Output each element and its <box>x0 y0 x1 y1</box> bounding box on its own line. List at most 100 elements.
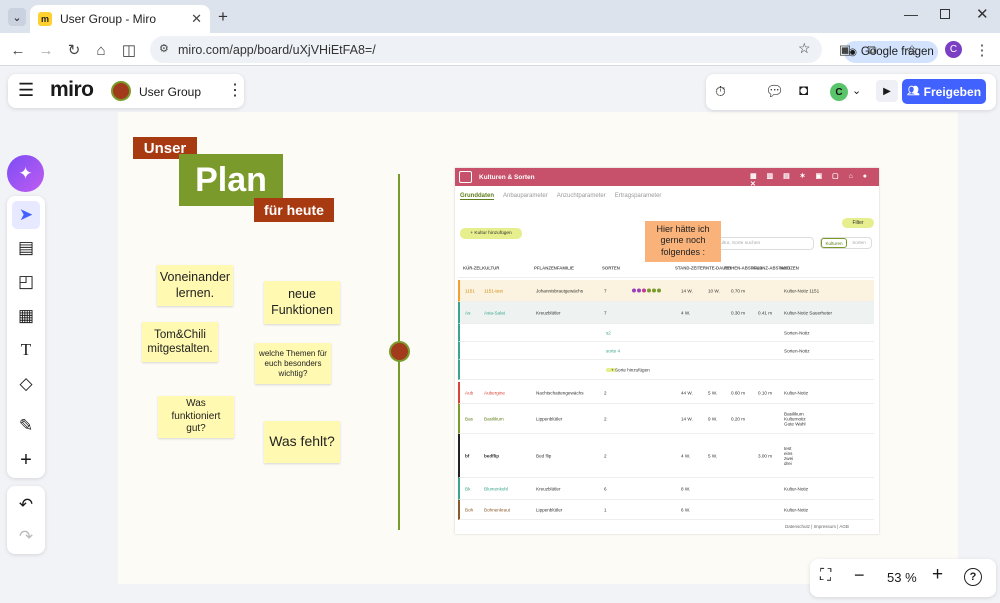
sticky-text: welche Themen für euch besonders wichtig… <box>259 348 327 378</box>
app-column-header: KULTUR <box>482 265 500 270</box>
app-variety-dots <box>632 288 662 293</box>
sticky-note-tool-icon[interactable]: ◰ <box>12 268 40 296</box>
present-button[interactable]: ▶ <box>876 80 898 102</box>
bookmark-star-icon[interactable]: ☆ <box>798 40 811 57</box>
app-cell: test eins zwei drei <box>784 445 794 466</box>
user-avatar[interactable]: C <box>830 83 848 101</box>
shapes-tool-icon[interactable]: ◇ <box>12 370 40 398</box>
browser-toolbar: ← → ↻ ⌂ ◫ ⚙ miro.com/app/board/uXjVHiEtF… <box>0 33 1000 66</box>
app-cell: bedflip <box>484 453 500 458</box>
app-cell: 6 W. <box>681 507 691 512</box>
back-icon[interactable]: ← <box>8 40 28 60</box>
reactions-icon[interactable]: ⏱ <box>715 83 726 100</box>
app-cell: 3.00 m <box>758 453 773 458</box>
app-cell: 4 W. <box>681 453 691 458</box>
new-tab-button[interactable]: + <box>218 7 228 27</box>
app-table-row: 1151 1151-test Johannisbrautgewächs 7 14… <box>458 280 874 302</box>
media-icon[interactable]: ▣ <box>835 40 855 60</box>
app-cell: bf <box>465 453 470 458</box>
app-cell: Sorten-Notiz <box>784 348 810 353</box>
app-search-field: Kultur, Sorte suchen <box>710 237 814 250</box>
sticky-note[interactable]: neue Funktionen <box>264 281 340 324</box>
select-tool-icon[interactable]: ➤ <box>12 201 40 229</box>
profile-avatar[interactable]: C <box>945 41 962 58</box>
profile-letter: C <box>949 44 958 55</box>
zoom-out-icon[interactable]: − <box>854 565 865 586</box>
app-cell: Basilikum Kulturnotiz Gute Wahl <box>784 411 806 426</box>
sticky-note[interactable]: Tom&Chili mitgestalten. <box>142 322 218 362</box>
app-cell: Sorten-Notiz <box>784 330 810 335</box>
bookmarks-icon[interactable]: ✩ <box>902 40 922 60</box>
google-ask-button[interactable]: ◉ Google fragen <box>844 41 938 63</box>
share-button[interactable]: 👥︎ Freigeben <box>902 79 986 104</box>
sticky-note[interactable]: Voneinander lernen. <box>157 265 233 306</box>
app-cell: 5 W. <box>708 453 718 458</box>
app-cell: 5 W. <box>708 390 718 395</box>
zoom-level[interactable]: 53 % <box>887 570 917 585</box>
help-icon[interactable]: ? <box>964 568 982 586</box>
app-cell: 2 <box>604 453 607 458</box>
board-options-icon[interactable]: ⋮ <box>227 80 243 100</box>
add-more-tool-icon[interactable]: + <box>12 446 40 474</box>
forward-icon[interactable]: → <box>36 40 56 60</box>
close-tab-icon[interactable]: ✕ <box>191 11 202 27</box>
app-add-culture-button: + Kultur hinzufügen <box>460 228 522 239</box>
zoom-panel: ⛶ − 53 % + ? <box>810 559 996 597</box>
title-fuer-heute[interactable]: für heute <box>254 198 334 222</box>
close-window-button[interactable]: ✕ <box>976 5 989 23</box>
orange-note-text: Hier hätte ich gerne noch folgendes : <box>656 224 710 257</box>
text-document-tool-icon[interactable]: ▤ <box>12 234 40 262</box>
app-table-row: sorte 4 Sorten-Notiz <box>458 342 874 360</box>
miro-logo[interactable]: miro <box>50 78 94 102</box>
app-column-header: PFLANZENFAMILIE <box>534 265 574 270</box>
app-add-culture-label: + Kultur hinzufügen <box>470 231 512 236</box>
pen-tool-icon[interactable]: ✎ <box>12 412 40 440</box>
board-name[interactable]: User Group <box>139 85 201 99</box>
chevron-down-icon[interactable]: ⌄ <box>852 84 861 97</box>
sticky-note[interactable]: welche Themen für euch besonders wichtig… <box>255 343 331 384</box>
app-cell: 0.41 m <box>758 310 773 315</box>
app-cell: 14 W. <box>681 416 693 421</box>
app-tab-grunddaten: Grunddaten <box>460 193 494 200</box>
miro-favicon-icon: m <box>38 12 52 26</box>
main-menu-icon[interactable]: ☰ <box>18 80 34 101</box>
templates-tool-icon[interactable]: ▦ <box>12 302 40 330</box>
browser-tab[interactable]: m User Group - Miro ✕ <box>30 5 210 33</box>
app-add-sorte-label: + Sorte hinzufügen <box>611 367 650 372</box>
site-info-icon[interactable]: ⚙ <box>159 42 169 55</box>
board-header-panel: ☰ miro User Group ⋮ <box>8 74 244 108</box>
collaboration-panel: ⏱ 💬︎ ◘ C ⌄ ▶ 👥︎ Freigeben <box>706 74 996 110</box>
app-cell: Nachtschattengewächs <box>536 390 584 395</box>
app-tab: Ertragsparameter <box>614 193 662 199</box>
redo-icon[interactable]: ↷ <box>12 523 40 551</box>
app-cell: Bohnenkraut <box>484 507 511 512</box>
history-toolbar: ↶ ↷ <box>7 486 45 554</box>
fit-to-screen-icon[interactable]: ⛶ <box>820 567 831 585</box>
orange-sticky-note[interactable]: Hier hätte ich gerne noch folgendes : <box>645 221 721 262</box>
undo-icon[interactable]: ↶ <box>12 491 40 519</box>
zoom-in-icon[interactable]: + <box>932 564 943 586</box>
tab-list-dropdown-icon[interactable]: ⌄ <box>8 8 26 26</box>
reload-icon[interactable]: ↻ <box>64 40 84 60</box>
maximize-window-button[interactable] <box>940 9 950 19</box>
comments-icon[interactable]: 💬︎ <box>765 82 784 100</box>
app-cell: 10 W. <box>708 288 720 293</box>
app-tab: Anzuchtparameter <box>556 193 606 199</box>
ai-assistant-button[interactable]: ✦ <box>7 155 44 192</box>
app-cell: Aubergine <box>484 390 505 395</box>
url-bar[interactable]: ⚙ miro.com/app/board/uXjVHiEtFA8=/ ◉ Goo… <box>150 36 938 63</box>
browser-menu-icon[interactable]: ⋮ <box>972 40 992 60</box>
minimize-window-button[interactable]: — <box>904 6 918 22</box>
app-cell: 8 W. <box>681 486 691 491</box>
sticky-note[interactable]: Was funktioniert gut? <box>158 396 234 438</box>
tom-chili-logo-icon[interactable] <box>389 341 410 362</box>
home-icon[interactable]: ⌂ <box>91 40 111 60</box>
app-cell: Kultur-Notiz Sauerheter <box>784 310 833 315</box>
split-view-icon[interactable]: ◫ <box>119 40 139 60</box>
sticky-note[interactable]: Was fehlt? <box>264 421 340 463</box>
video-call-icon[interactable]: ◘ <box>799 82 808 99</box>
text-tool-icon[interactable]: T <box>12 336 40 364</box>
extensions-icon[interactable]: ⧉ <box>862 40 882 60</box>
app-cell: Basilikum <box>484 416 504 421</box>
app-column-header: KÜR-ZEL <box>463 265 482 270</box>
